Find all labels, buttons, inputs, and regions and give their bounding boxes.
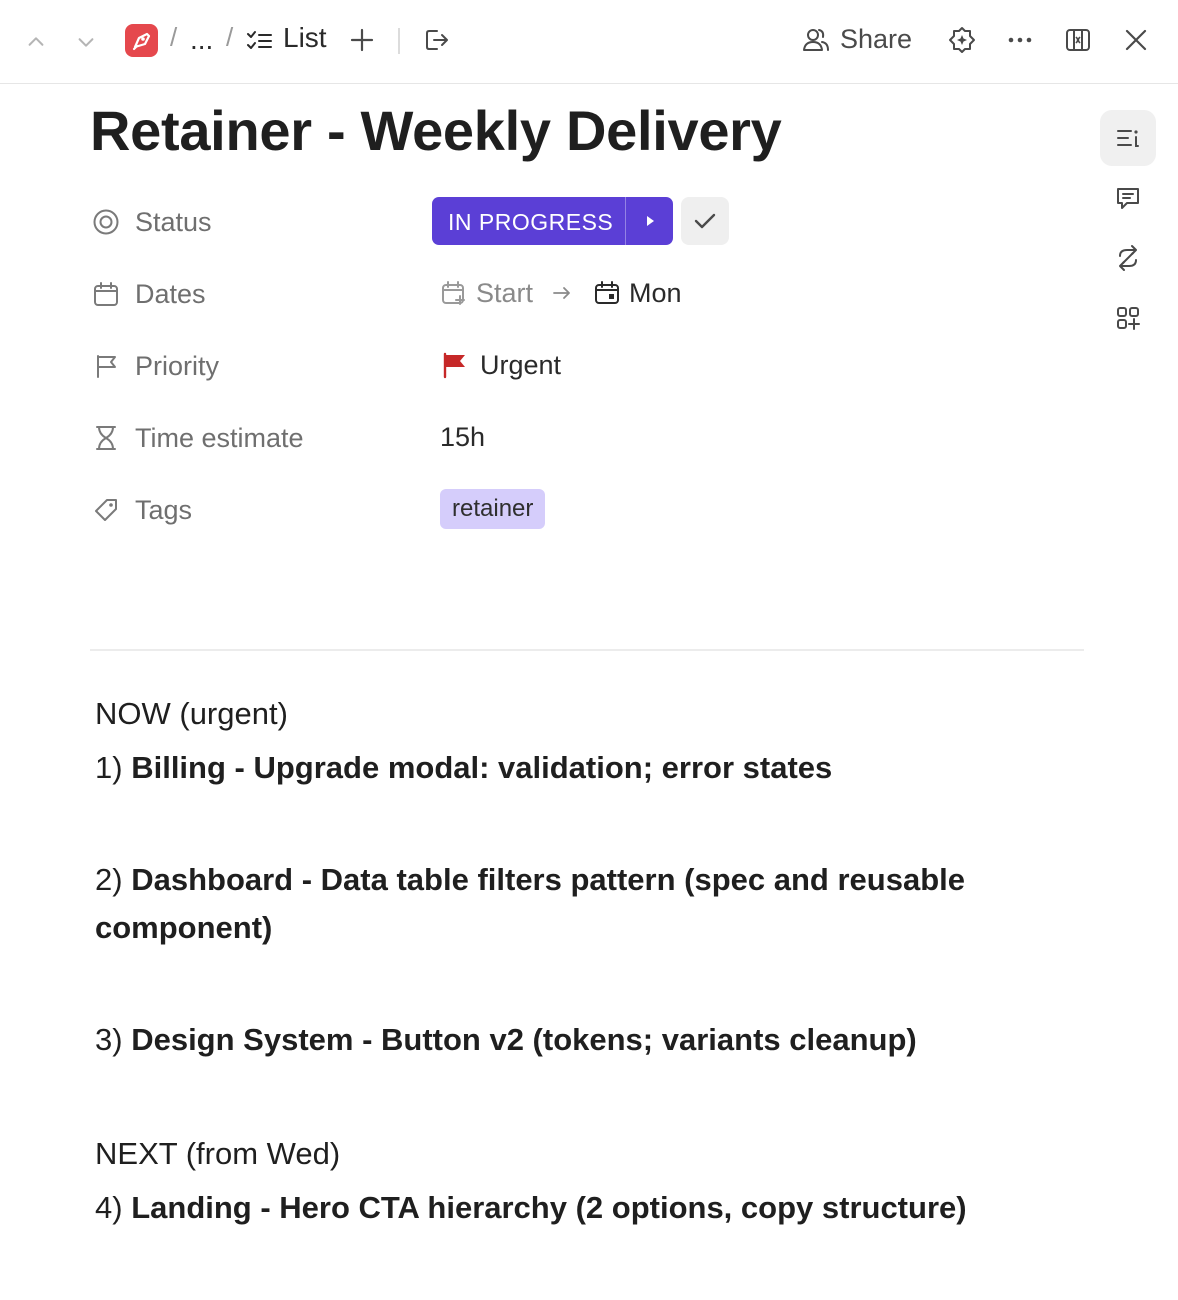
next-heading: NEXT (from Wed)	[95, 1136, 341, 1171]
apps-panel-button[interactable]	[1100, 290, 1156, 346]
tag-icon	[90, 494, 122, 526]
plus-icon[interactable]	[346, 24, 378, 56]
now-heading: NOW (urgent)	[95, 696, 288, 731]
top-bar: / ... / List Share	[0, 0, 1178, 84]
status-dropdown[interactable]: IN PROGRESS	[432, 197, 673, 245]
time-estimate-label: Time estimate	[135, 423, 304, 453]
check-icon	[694, 213, 716, 229]
dates-value: Start Mon	[440, 269, 682, 317]
list-item: 3) Design System - Button v2 (tokens; va…	[95, 1016, 917, 1064]
add-apps-icon	[1117, 307, 1140, 330]
users-icon[interactable]	[800, 24, 832, 56]
tag-chip[interactable]: retainer	[440, 489, 546, 529]
property-tags: Tags retainer	[90, 485, 790, 533]
chevron-down-icon[interactable]	[70, 26, 102, 58]
sparkle-gear-icon[interactable]	[946, 24, 978, 56]
calendar-due-icon	[595, 281, 620, 304]
item-text: Landing - Hero CTA hierarchy (2 options,…	[131, 1190, 967, 1225]
hourglass-icon	[90, 422, 122, 454]
mark-complete-button[interactable]	[681, 197, 729, 245]
chevron-up-icon[interactable]	[20, 26, 52, 58]
dates-label: Dates	[135, 279, 206, 309]
toolbar-divider	[398, 28, 400, 54]
status-value: IN PROGRESS	[448, 209, 614, 235]
more-icon[interactable]	[1004, 24, 1036, 56]
details-panel-button[interactable]	[1100, 110, 1156, 166]
comment-icon	[1117, 188, 1139, 209]
space-logo-icon[interactable]	[125, 24, 158, 57]
start-date-field[interactable]: Start	[440, 278, 533, 309]
page-title[interactable]: Retainer - Weekly Delivery	[90, 98, 782, 163]
item-number: 1)	[95, 750, 123, 785]
priority-field[interactable]: Urgent	[440, 341, 561, 389]
tags-label: Tags	[135, 495, 193, 525]
property-dates: Dates Start Mon	[90, 269, 790, 317]
due-date-text: Mon	[629, 277, 682, 308]
property-priority: Priority Urgent	[90, 341, 790, 389]
comments-panel-button[interactable]	[1100, 170, 1156, 226]
expand-icon[interactable]	[1062, 24, 1094, 56]
status-icon	[90, 206, 122, 238]
share-button[interactable]: Share	[840, 24, 912, 55]
breadcrumb-ellipsis[interactable]: ...	[190, 24, 213, 56]
property-status: Status IN PROGRESS	[90, 197, 790, 245]
due-date-field[interactable]: Mon	[593, 278, 682, 309]
item-number: 3)	[95, 1022, 123, 1057]
next-status-button[interactable]	[626, 197, 673, 245]
list-item: 2) Dashboard - Data table filters patter…	[95, 856, 1085, 952]
item-number: 4)	[95, 1190, 123, 1225]
priority-value: Urgent	[480, 349, 562, 380]
time-estimate-value: 15h	[440, 421, 486, 452]
item-text: Dashboard - Data table filters pattern (…	[95, 862, 965, 945]
flag-outline-icon	[90, 350, 122, 382]
item-number: 2)	[95, 862, 123, 897]
calendar-icon	[90, 278, 122, 310]
activity-icon	[1119, 245, 1137, 271]
list-item: 4) Landing - Hero CTA hierarchy (2 optio…	[95, 1184, 967, 1232]
item-text: Billing - Upgrade modal: validation; err…	[131, 750, 833, 785]
breadcrumb-separator: /	[170, 22, 178, 52]
move-out-icon[interactable]	[420, 24, 452, 56]
urgent-flag-icon	[443, 352, 465, 379]
priority-label: Priority	[135, 351, 220, 381]
time-estimate-field[interactable]: 15h	[440, 413, 485, 461]
breadcrumb-separator: /	[226, 22, 234, 52]
checklist-icon	[244, 26, 274, 56]
details-icon	[1117, 130, 1139, 147]
calendar-add-icon	[442, 281, 465, 305]
breadcrumb-list[interactable]: List	[283, 22, 327, 54]
section-divider	[90, 649, 1084, 651]
list-item: 1) Billing - Upgrade modal: validation; …	[95, 744, 832, 792]
property-time-estimate: Time estimate 15h	[90, 413, 790, 461]
item-text: Design System - Button v2 (tokens; varia…	[131, 1022, 917, 1057]
arrow-right-icon	[553, 287, 570, 299]
activity-panel-button[interactable]	[1100, 230, 1156, 286]
triangle-right-icon	[646, 216, 654, 226]
close-icon[interactable]	[1120, 24, 1152, 56]
start-date-text: Start	[476, 277, 534, 308]
status-label: Status	[135, 207, 212, 237]
